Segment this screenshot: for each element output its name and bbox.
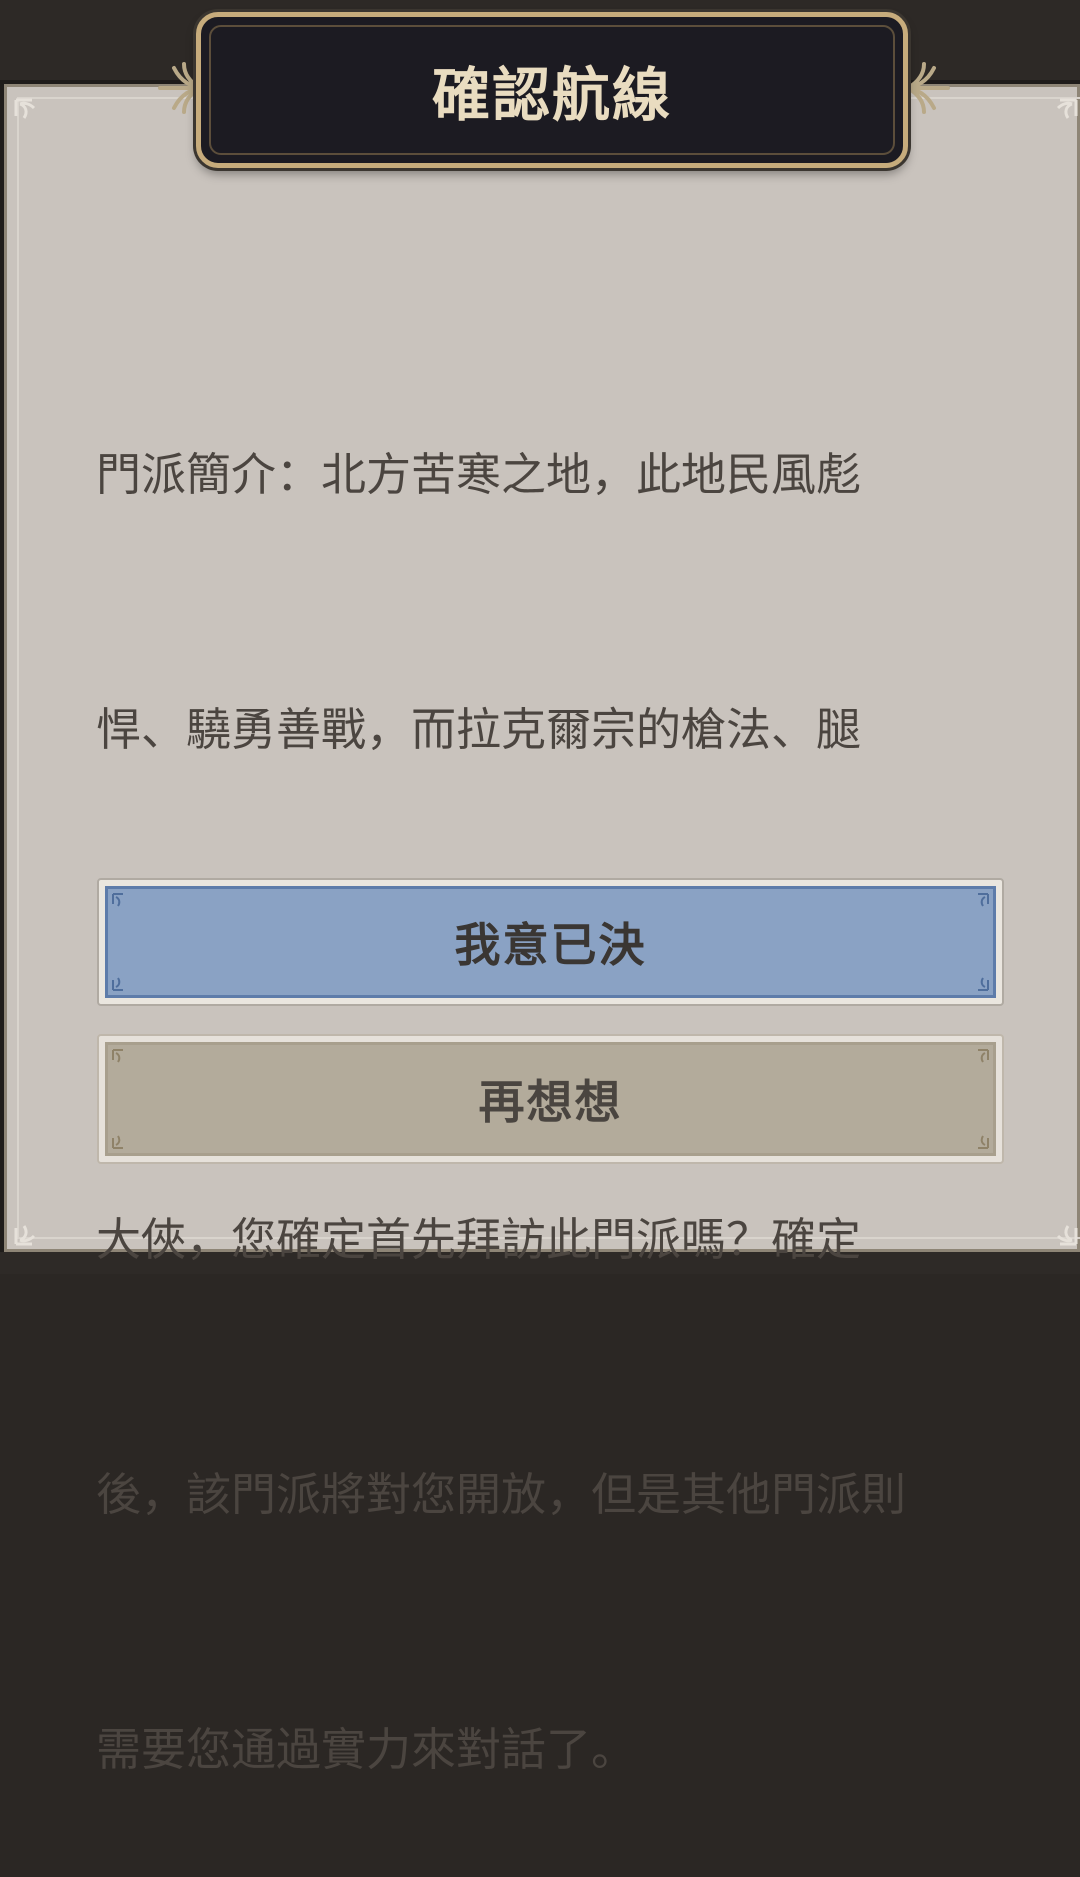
confirm-button-label: 我意已決: [454, 918, 647, 972]
description-line: 需要您通過實力來對話了。: [96, 1723, 637, 1776]
description-line: 後，該門派將對您開放，但是其他門派則: [96, 1468, 907, 1521]
cancel-button-label: 再想想: [478, 1075, 623, 1129]
corner-ornament-icon: [12, 1204, 56, 1248]
corner-ornament-icon: [968, 970, 990, 992]
corner-ornament-icon: [111, 1128, 133, 1150]
corner-ornament-icon: [1036, 96, 1080, 140]
dialog-title: 確認航線: [431, 61, 672, 129]
corner-ornament-icon: [968, 892, 990, 914]
description-line: 大俠，您確定首先拜訪此門派嗎？確定: [96, 1213, 862, 1266]
corner-ornament-icon: [12, 96, 56, 140]
title-banner: 確認航線: [196, 12, 908, 168]
description-line: 門派簡介：北方苦寒之地，此地民風彪: [96, 448, 862, 501]
description-line: 悍、驍勇善戰，而拉克爾宗的槍法、腿: [96, 703, 862, 756]
corner-ornament-icon: [111, 970, 133, 992]
confirm-button[interactable]: 我意已決: [97, 878, 1004, 1006]
corner-ornament-icon: [968, 1048, 990, 1070]
corner-ornament-icon: [111, 1048, 133, 1070]
corner-ornament-icon: [968, 1128, 990, 1150]
corner-ornament-icon: [111, 892, 133, 914]
corner-ornament-icon: [1036, 1204, 1080, 1248]
cancel-button[interactable]: 再想想: [97, 1034, 1004, 1164]
